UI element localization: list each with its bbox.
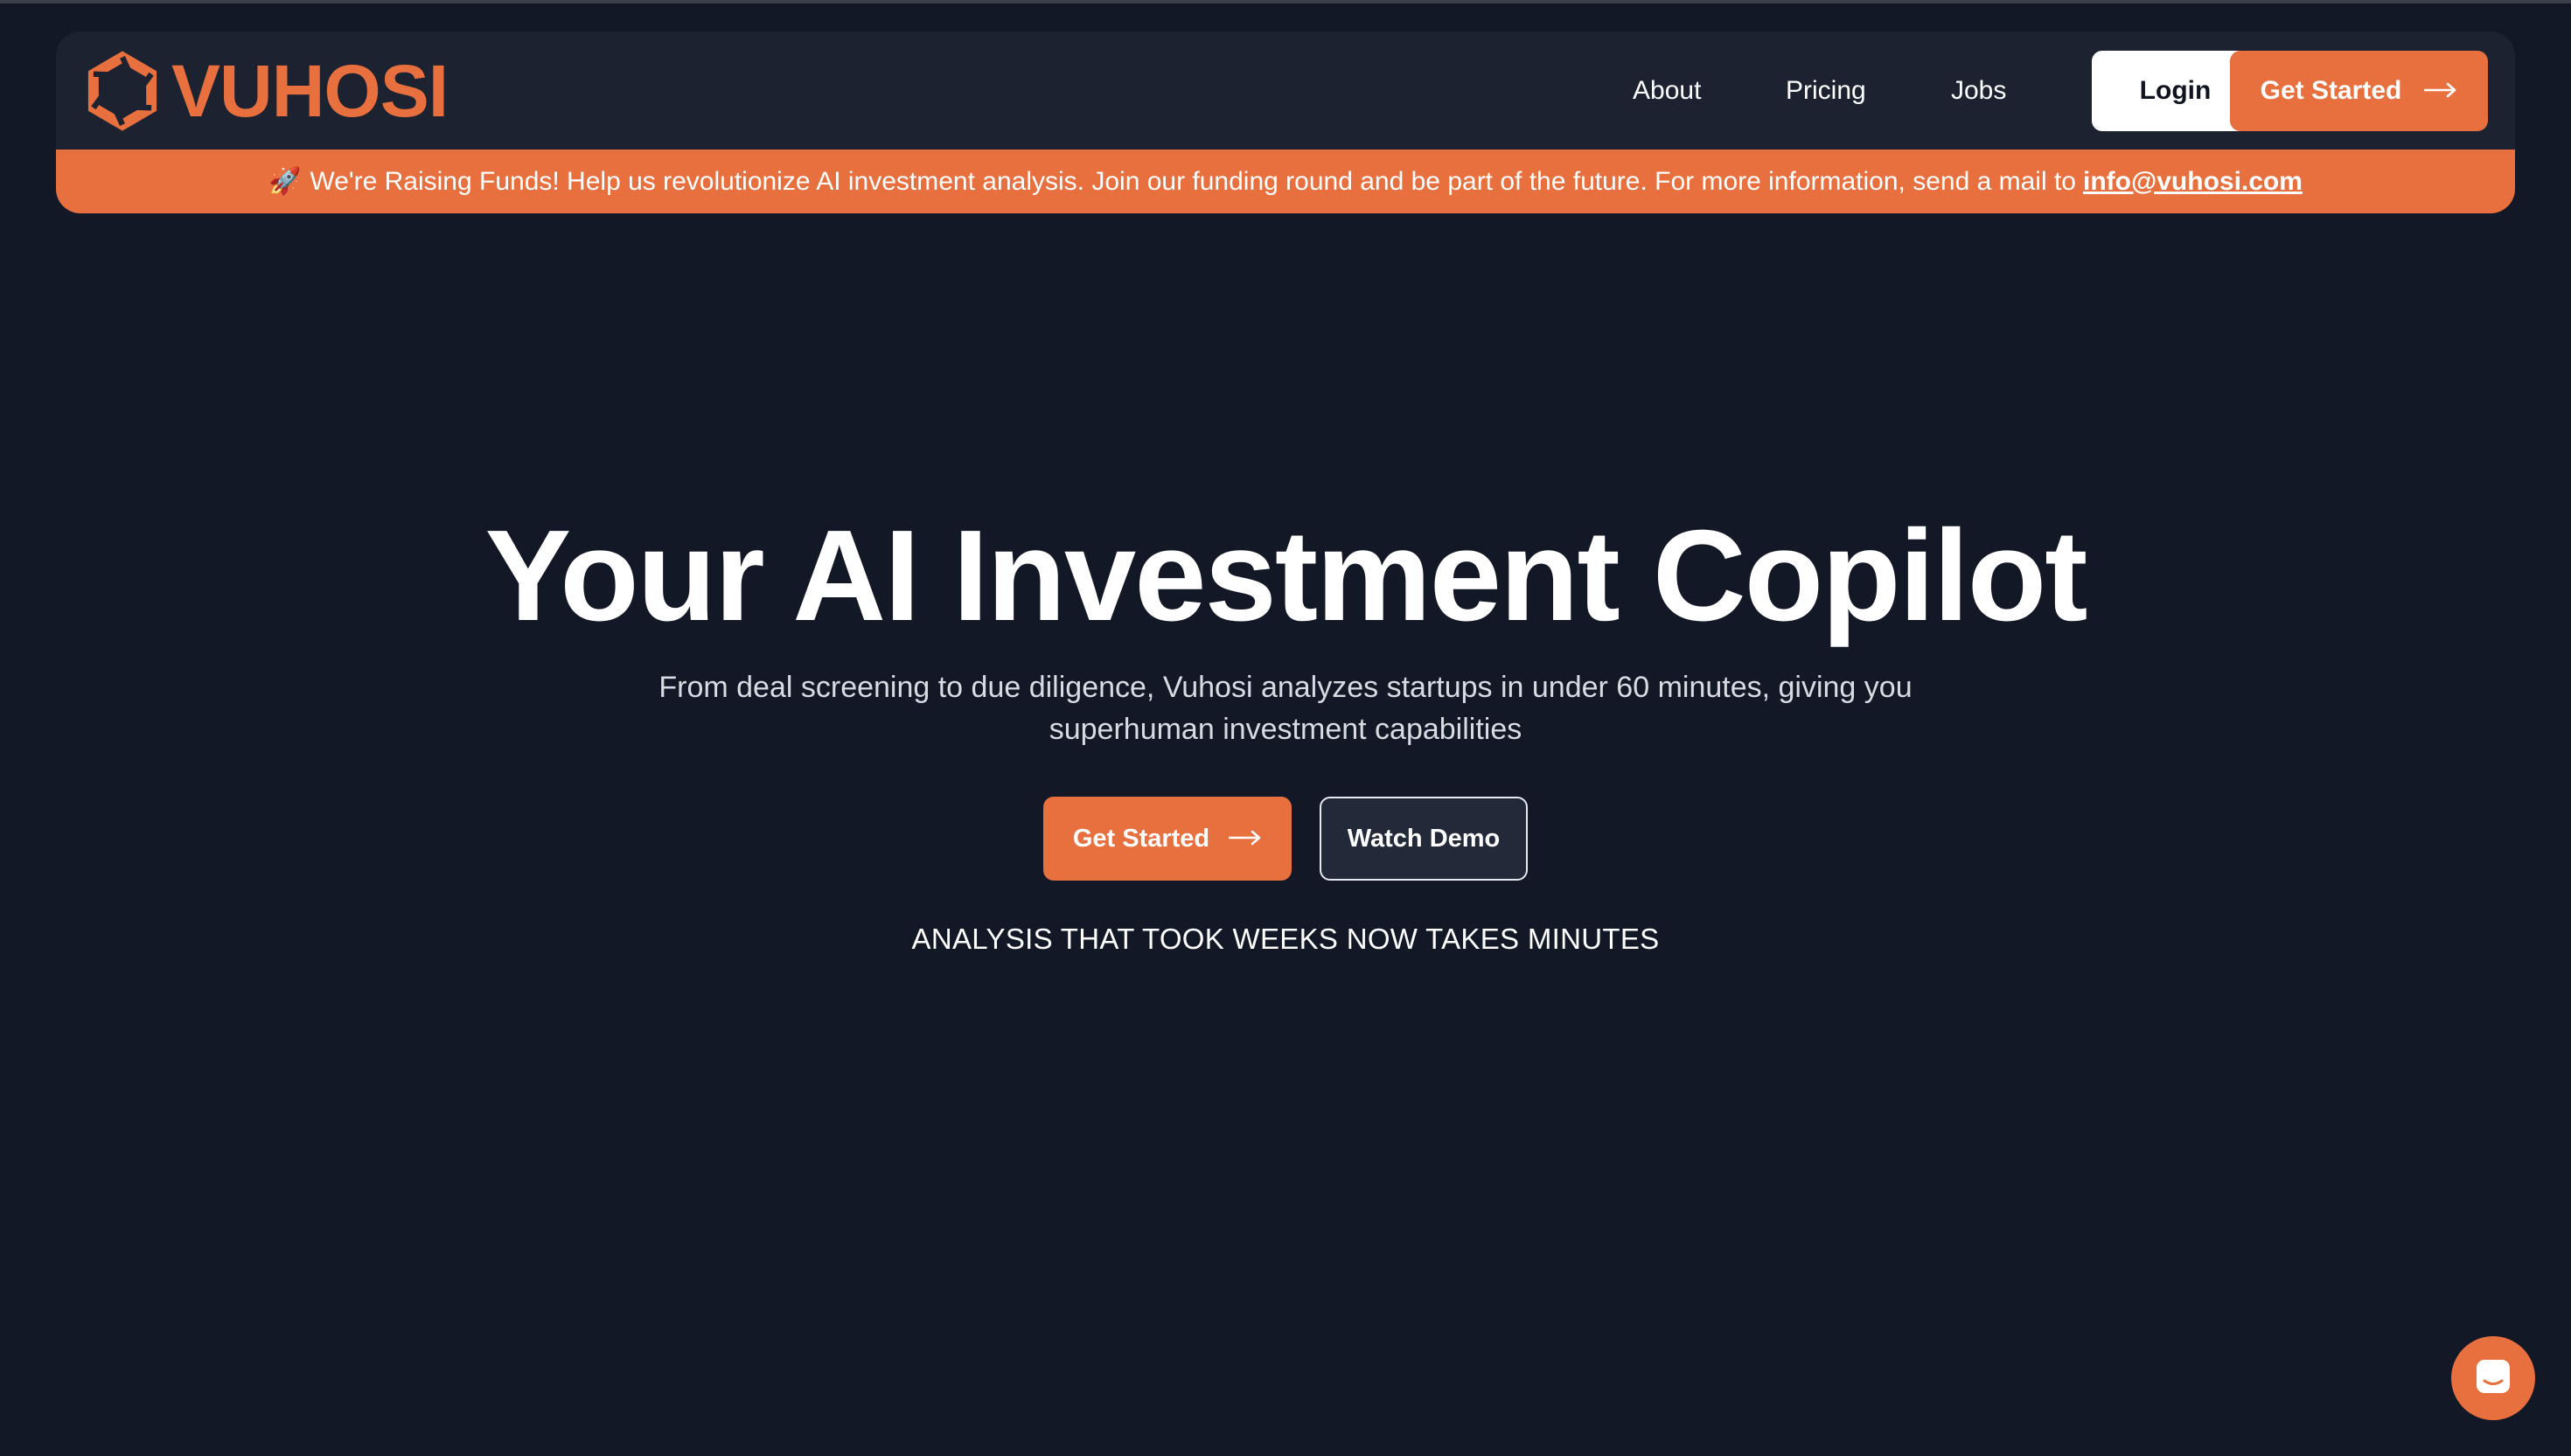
brand-logo[interactable]: VUHOSI [82,50,449,132]
navbar: VUHOSI About Pricing Jobs Login Get Star… [56,31,2515,150]
chat-bubble-icon [2474,1357,2512,1400]
nav-link-about[interactable]: About [1633,31,1701,150]
login-button-label: Login [2139,76,2212,105]
hero-tagline: ANALYSIS THAT TOOK WEEKS NOW TAKES MINUT… [911,923,1660,955]
nav-link-jobs[interactable]: Jobs [1951,31,2006,150]
watch-demo-button[interactable]: Watch Demo [1320,797,1528,881]
nav-link-pricing[interactable]: Pricing [1786,31,1866,150]
nav-get-started-button[interactable]: Get Started [2230,51,2488,131]
window-top-border [0,0,2571,3]
banner-text: We're Raising Funds! Help us revolutioni… [310,166,2076,196]
banner-email-link[interactable]: info@vuhosi.com [2083,167,2303,197]
hero-get-started-label: Get Started [1072,824,1210,853]
brand-name: VUHOSI [171,50,449,132]
hero-subtitle-line-1: From deal screening to due diligence, Vu… [658,671,1913,704]
rocket-icon: 🚀 [268,167,302,196]
nav-get-started-label: Get Started [2260,76,2402,105]
hexagon-aperture-icon [82,51,163,131]
arrow-right-icon [1228,825,1262,853]
arrow-right-icon [2424,76,2457,106]
fundraising-banner: 🚀 We're Raising Funds! Help us revolutio… [56,150,2515,213]
hero-subtitle: From deal screening to due diligence, Vu… [630,666,1941,750]
chat-widget-button[interactable] [2451,1336,2535,1420]
site-header: VUHOSI About Pricing Jobs Login Get Star… [56,31,2515,213]
hero-subtitle-line-2: superhuman investment capabilities [1049,713,1522,746]
hero-title: Your AI Investment Copilot [484,504,2088,648]
watch-demo-label: Watch Demo [1347,824,1501,853]
hero-get-started-button[interactable]: Get Started [1043,797,1292,881]
